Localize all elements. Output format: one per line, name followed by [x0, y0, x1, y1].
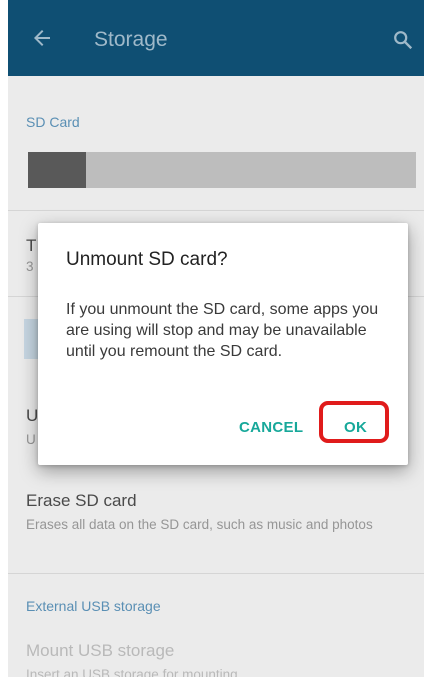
total-space-title: T	[26, 236, 37, 255]
ok-highlight-marker	[319, 401, 389, 443]
divider	[8, 210, 424, 211]
mount-usb-subtitle: Insert an USB storage for mounting	[26, 667, 238, 677]
dialog-message: If you unmount the SD card, some apps yo…	[66, 301, 379, 360]
erase-sd-title[interactable]: Erase SD card	[26, 491, 137, 511]
storage-usage-bar	[28, 152, 416, 188]
arrow-back-icon[interactable]	[30, 26, 54, 50]
page-title: Storage	[94, 28, 168, 51]
screen: Storage SD Card T 3 U U Erase SD card Er…	[8, 0, 424, 677]
unmount-sd-title[interactable]: U	[26, 406, 38, 426]
app-bar: Storage	[8, 0, 424, 76]
section-label-sd-card: SD Card	[26, 114, 80, 130]
unmount-sd-subtitle: U	[26, 432, 36, 447]
dialog-title: Unmount SD card?	[66, 249, 228, 270]
total-space-value: 3	[26, 259, 34, 274]
search-icon[interactable]	[392, 29, 414, 51]
unmount-dialog: Unmount SD card? If you unmount the SD c…	[38, 223, 408, 465]
mount-usb-title: Mount USB storage	[26, 641, 175, 660]
storage-usage-fill	[28, 152, 87, 188]
section-label-usb: External USB storage	[26, 598, 161, 614]
divider	[8, 573, 424, 574]
erase-sd-subtitle: Erases all data on the SD card, such as …	[26, 517, 373, 532]
cancel-button[interactable]: CANCEL	[239, 419, 303, 436]
